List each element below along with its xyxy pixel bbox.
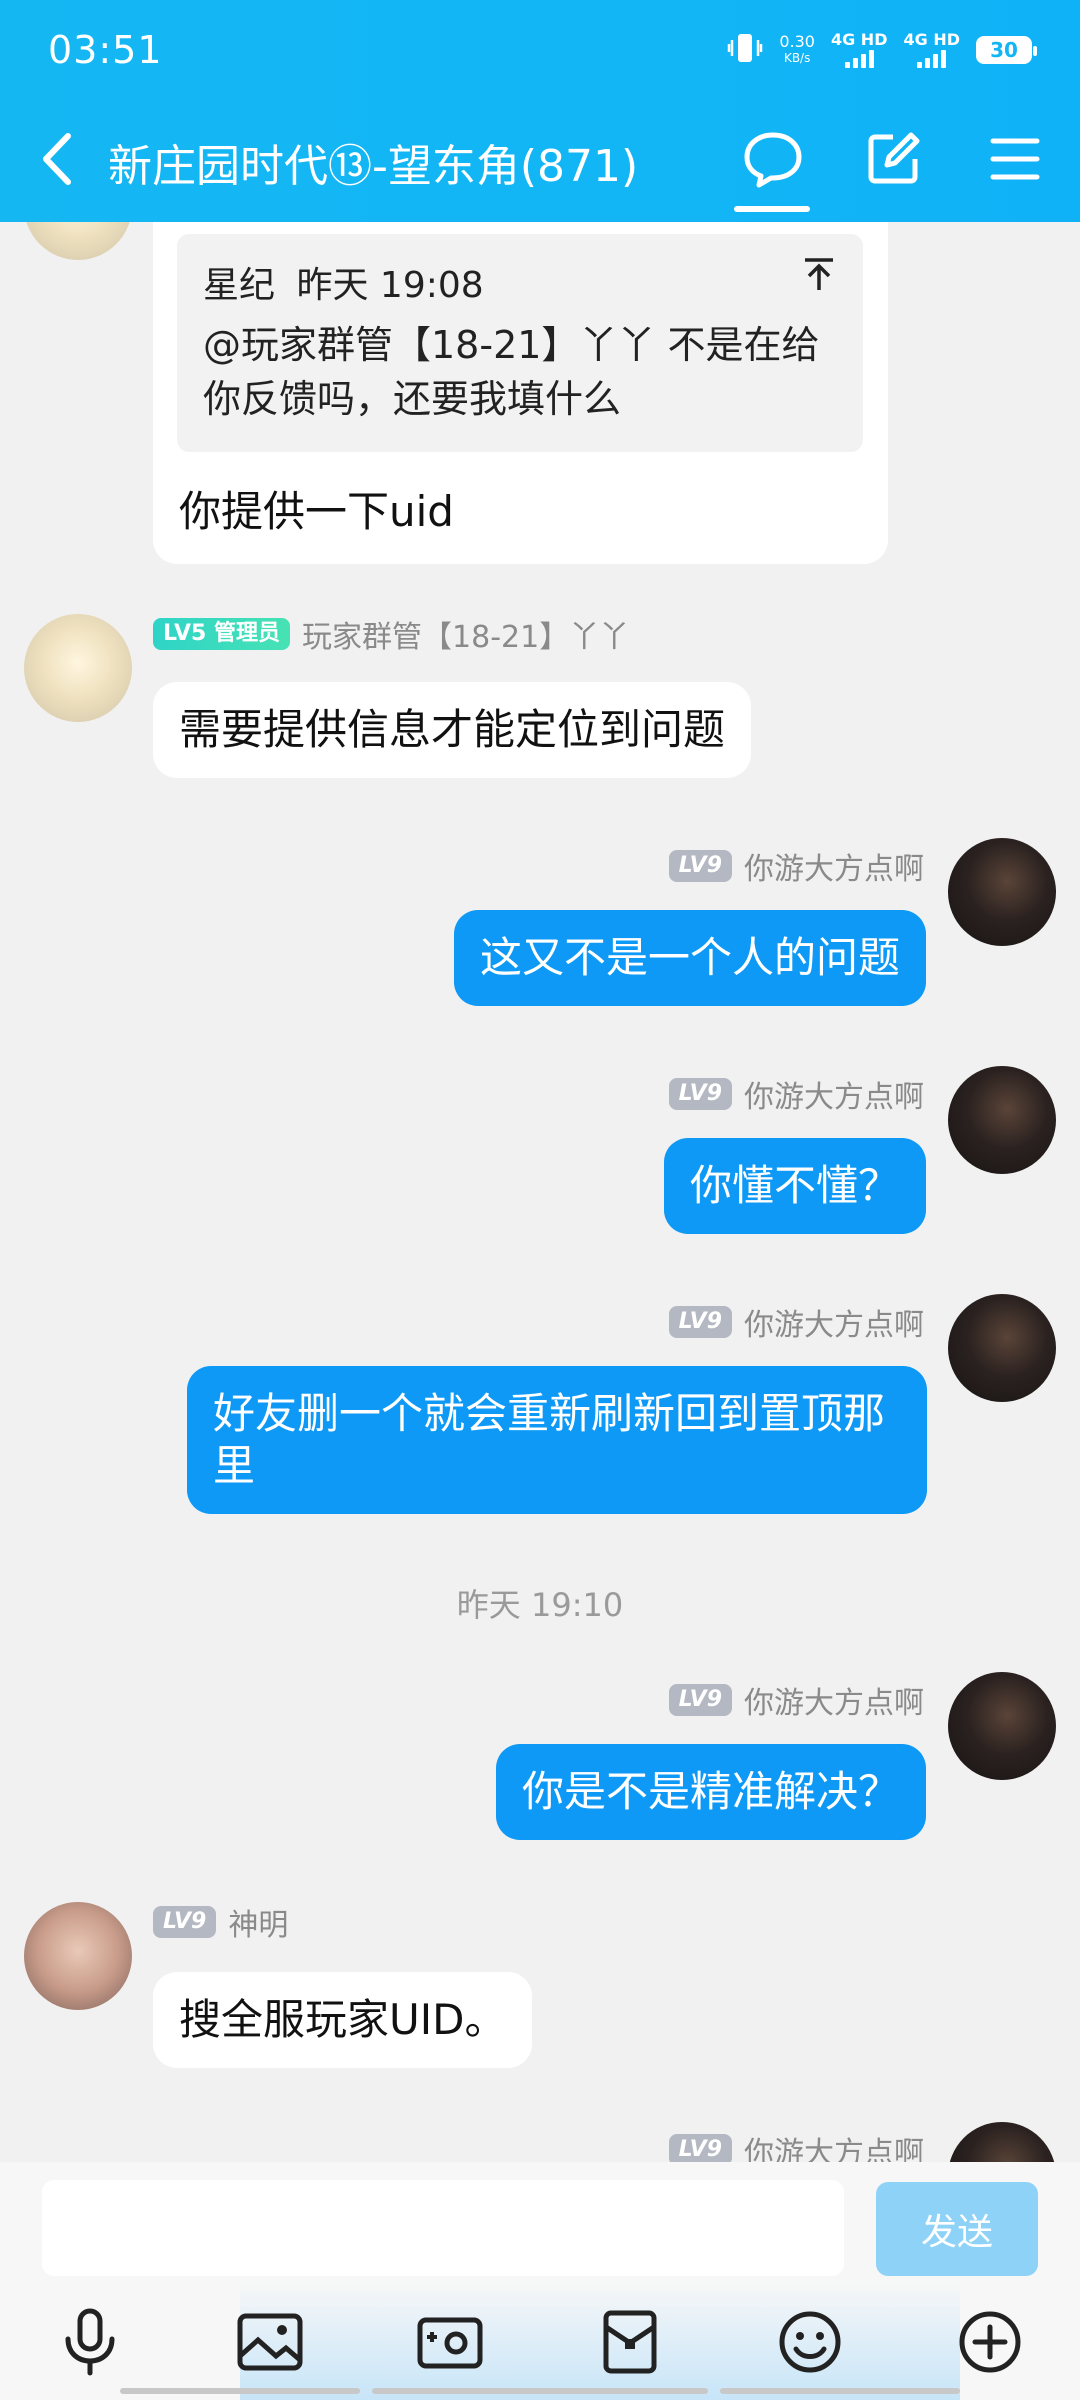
sender-name: 玩家群管【18-21】丫丫 (302, 620, 630, 655)
message-bubble[interactable]: 需要提供信息才能定位到问题 (153, 682, 752, 778)
quote-text: @玩家群管【18-21】丫丫 不是在给你反馈吗，还要我填什么 (203, 323, 820, 421)
sim2-label: 4G HD (903, 30, 960, 49)
sim1-signal: 4G HD (830, 30, 888, 68)
avatar[interactable] (24, 614, 132, 722)
signal-bars-icon (844, 48, 874, 68)
sim1-label: 4G HD (830, 30, 888, 49)
message-bubble[interactable]: 这又不是一个人的问题 (453, 910, 926, 1006)
avatar[interactable] (24, 1902, 132, 2010)
vibrate-icon (727, 30, 763, 70)
voice-button[interactable] (50, 2302, 130, 2382)
time-divider: 昨天 19:10 (456, 1586, 624, 1624)
avatar[interactable] (948, 838, 1056, 946)
net-speed: 0.30 KB/s (779, 34, 815, 66)
emoji-icon (779, 2311, 841, 2373)
back-icon (43, 133, 71, 185)
avatar[interactable] (948, 1294, 1056, 1402)
menu-icon (990, 138, 1040, 180)
status-icons: 0.30 KB/s 4G HD 4G HD 30 (727, 28, 1037, 72)
more-button[interactable] (950, 2302, 1030, 2382)
input-toolbar (0, 2302, 1080, 2400)
sender-info: LV9 你游大方点啊 (668, 1300, 924, 1344)
sender-name: 你游大方点啊 (744, 852, 924, 887)
edit-icon (868, 132, 920, 184)
sender-name: 你游大方点啊 (744, 2136, 924, 2162)
sender-name: 你游大方点啊 (744, 1308, 924, 1343)
chat-tab-button[interactable] (738, 124, 808, 194)
sender-info: LV9 神明 (153, 1900, 288, 1944)
photo-button[interactable] (230, 2302, 310, 2382)
sender-info: LV9 你游大方点啊 (668, 1678, 924, 1722)
quote-author: 星纪 (203, 265, 276, 306)
plus-icon (959, 2311, 1021, 2373)
jump-to-quote-button[interactable] (799, 254, 839, 294)
group-title: 新庄园时代⑬-望东角(871) (108, 141, 639, 192)
back-button[interactable] (30, 124, 90, 194)
message-bubble[interactable]: 搜全服玩家UID。 (153, 1972, 533, 2068)
chat-bubble-icon (744, 132, 802, 188)
level-badge: LV9 (668, 1684, 732, 1716)
nav-indicator (720, 2388, 960, 2394)
quote-header: 星纪 昨天 19:08 (203, 256, 484, 308)
level-badge: LV9 (668, 850, 732, 882)
sender-info: LV5 管理员 玩家群管【18-21】丫丫 (153, 612, 629, 656)
sender-name: 你游大方点啊 (744, 1080, 924, 1115)
arrow-up-icon (805, 258, 833, 290)
nav-indicator (120, 2388, 360, 2394)
sender-info: LV9 你游大方点啊 (668, 1072, 924, 1116)
status-bar: 03:51 0.30 KB/s 4G HD 4G HD 30 (0, 0, 1080, 100)
emoji-button[interactable] (770, 2302, 850, 2382)
camera-button[interactable] (410, 2302, 490, 2382)
avatar[interactable] (948, 1672, 1056, 1780)
avatar[interactable] (948, 2122, 1056, 2162)
level-badge: LV9 (668, 2134, 732, 2162)
active-tab-indicator (734, 206, 810, 212)
quote-reply-message[interactable]: 星纪 昨天 19:08 @玩家群管【18-21】丫丫 不是在给你反馈吗，还要我填… (153, 222, 888, 564)
red-packet-button[interactable] (590, 2302, 670, 2382)
avatar[interactable] (24, 222, 132, 260)
level-badge: LV9 (668, 1306, 732, 1338)
send-button[interactable]: 发送 (876, 2182, 1038, 2276)
sim2-signal: 4G HD (903, 32, 960, 68)
net-speed-unit: KB/s (783, 51, 811, 65)
message-bubble[interactable]: 好友删一个就会重新刷新回到置顶那里 (187, 1366, 927, 1514)
chat-header: 03:51 0.30 KB/s 4G HD 4G HD 30 新庄园时代⑬-望东… (0, 0, 1080, 222)
microphone-icon (65, 2308, 115, 2376)
image-icon (237, 2313, 303, 2371)
signal-bars-icon (917, 48, 947, 68)
menu-button[interactable] (980, 124, 1050, 194)
title-bar: 新庄园时代⑬-望东角(871) (0, 110, 1080, 212)
avatar[interactable] (948, 1066, 1056, 1174)
message-input[interactable] (42, 2180, 844, 2276)
message-bubble[interactable]: 你是不是精准解决？ (495, 1744, 926, 1840)
level-badge: LV5 管理员 (153, 618, 291, 650)
sender-info: LV9 你游大方点啊 (668, 844, 924, 888)
message-bubble[interactable]: 你懂不懂？ (663, 1138, 926, 1234)
level-badge: LV9 (153, 1906, 217, 1938)
sender-info: LV9 你游大方点啊 (668, 2128, 924, 2162)
status-time: 03:51 (48, 28, 163, 72)
nav-indicator (372, 2388, 708, 2394)
camera-icon (417, 2317, 483, 2369)
sender-name: 神明 (228, 1908, 289, 1943)
battery-icon: 30 (976, 36, 1037, 64)
battery-level: 30 (990, 38, 1018, 62)
level-badge: LV9 (668, 1078, 732, 1110)
quote-time: 昨天 19:08 (296, 265, 484, 306)
reply-text: 你提供一下uid (179, 487, 454, 536)
input-area: 发送 (0, 2162, 1080, 2400)
net-speed-value: 0.30 (779, 32, 815, 51)
edit-button[interactable] (858, 124, 928, 194)
sender-name: 你游大方点啊 (744, 1686, 924, 1721)
quoted-message[interactable]: 星纪 昨天 19:08 @玩家群管【18-21】丫丫 不是在给你反馈吗，还要我填… (177, 234, 863, 452)
red-packet-icon (603, 2310, 657, 2374)
message-list[interactable]: 星纪 昨天 19:08 @玩家群管【18-21】丫丫 不是在给你反馈吗，还要我填… (0, 222, 1080, 2162)
